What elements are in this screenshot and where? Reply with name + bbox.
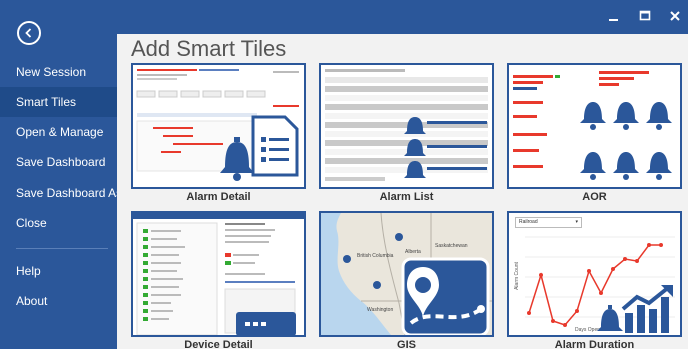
alarm-list-thumbnail bbox=[319, 63, 494, 189]
document-icon bbox=[251, 115, 299, 177]
tile-label: Device Detail bbox=[184, 339, 253, 349]
alarm-duration-thumbnail: Railroad ▾ Alarm Count Days Open bbox=[507, 211, 682, 337]
trend-chart-icon bbox=[621, 285, 673, 333]
bell-icon bbox=[597, 305, 623, 331]
tile-label: Alarm List bbox=[379, 191, 434, 203]
close-window-button[interactable] bbox=[665, 6, 685, 26]
back-button[interactable] bbox=[17, 21, 41, 45]
region-label-bc: British Columbia bbox=[357, 253, 394, 259]
tile-aor[interactable]: AOR bbox=[507, 63, 682, 205]
railroad-dropdown: Railroad ▾ bbox=[515, 217, 582, 228]
maximize-button[interactable] bbox=[635, 6, 655, 26]
tile-label: Alarm Duration bbox=[554, 339, 635, 349]
menu-item-about[interactable]: About bbox=[0, 286, 117, 316]
title-bar bbox=[117, 0, 688, 34]
minimize-button[interactable] bbox=[604, 6, 624, 26]
tile-gis[interactable]: British Columbia Alberta Saskatchewan Wa… bbox=[319, 211, 494, 349]
aor-thumbnail bbox=[507, 63, 682, 189]
menu-item-save-dashboard[interactable]: Save Dashboard bbox=[0, 147, 117, 177]
device-detail-thumbnail bbox=[131, 211, 306, 337]
region-label-saskatchewan: Saskatchewan bbox=[435, 243, 468, 249]
tile-label: GIS bbox=[397, 339, 416, 349]
gis-thumbnail: British Columbia Alberta Saskatchewan Wa… bbox=[319, 211, 494, 337]
menu-item-new-session[interactable]: New Session bbox=[0, 57, 117, 87]
device-icon bbox=[236, 312, 296, 335]
maximize-icon bbox=[639, 10, 651, 21]
arrow-left-icon bbox=[25, 28, 32, 38]
tile-label: AOR bbox=[582, 191, 607, 203]
bell-icon bbox=[220, 137, 254, 181]
region-label-washington: Washington bbox=[367, 307, 394, 313]
backstage-sidebar: New Session Smart Tiles Open & Manage Sa… bbox=[0, 0, 122, 349]
alarm-detail-thumbnail bbox=[131, 63, 306, 189]
menu-item-open-manage[interactable]: Open & Manage bbox=[0, 117, 117, 147]
chevron-down-icon: ▾ bbox=[575, 219, 578, 225]
bell-grid-icon bbox=[580, 102, 672, 180]
map-pin-icon bbox=[401, 257, 490, 335]
smart-tiles-panel: Add Smart Tiles Alarm Detail Alarm List … bbox=[117, 34, 688, 349]
close-icon bbox=[670, 11, 680, 21]
menu-item-help[interactable]: Help bbox=[0, 256, 117, 286]
bell-list-icon bbox=[404, 117, 426, 178]
page-title: Add Smart Tiles bbox=[131, 36, 287, 61]
tile-label: Alarm Detail bbox=[186, 191, 251, 203]
tile-device-detail[interactable]: Device Detail bbox=[131, 211, 306, 349]
y-axis-label: Alarm Count bbox=[513, 262, 520, 290]
menu-item-save-dashboard-as[interactable]: Save Dashboard As bbox=[0, 178, 122, 208]
dropdown-value: Railroad bbox=[519, 219, 538, 225]
tile-alarm-detail[interactable]: Alarm Detail bbox=[131, 63, 306, 205]
tile-alarm-duration[interactable]: Railroad ▾ Alarm Count Days Open Alarm D… bbox=[507, 211, 682, 349]
menu-item-close[interactable]: Close bbox=[0, 208, 117, 238]
menu-divider bbox=[16, 248, 108, 249]
minimize-icon bbox=[609, 19, 618, 21]
region-label-alberta: Alberta bbox=[405, 249, 421, 255]
tile-alarm-list[interactable]: Alarm List bbox=[319, 63, 494, 205]
menu-item-smart-tiles[interactable]: Smart Tiles bbox=[0, 87, 117, 117]
